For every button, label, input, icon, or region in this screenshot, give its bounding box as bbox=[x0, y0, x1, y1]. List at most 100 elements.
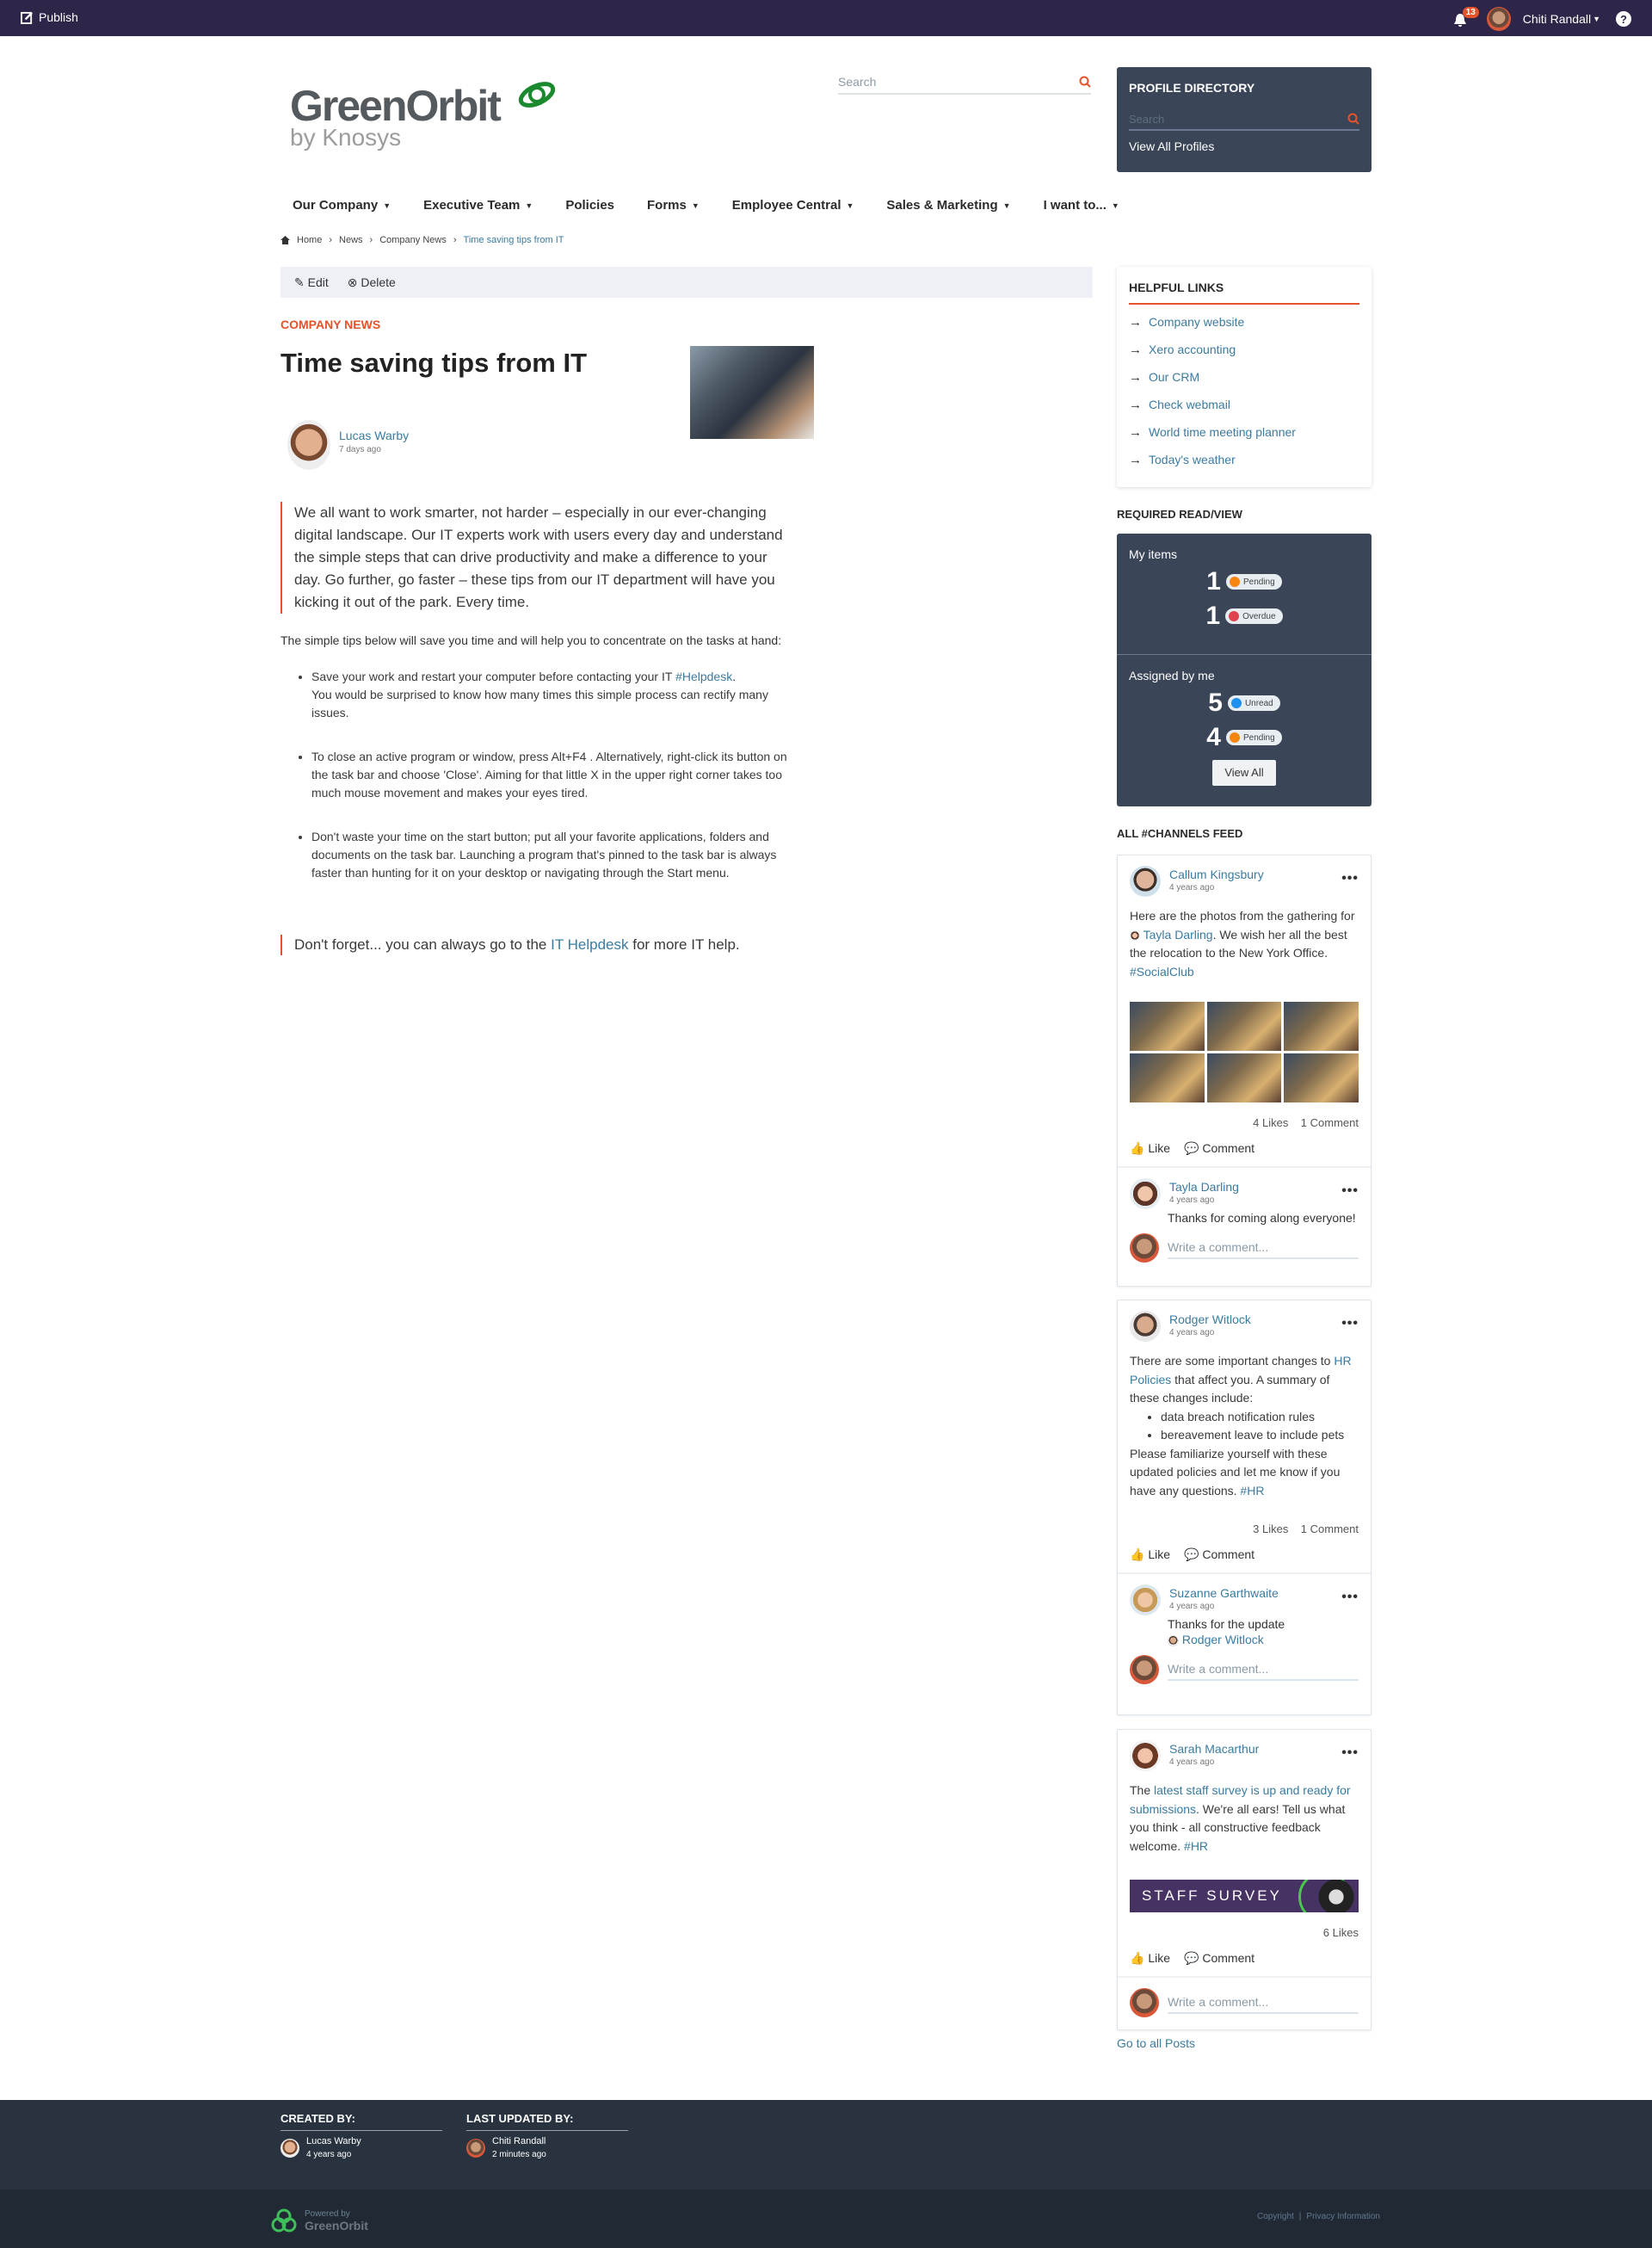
delete-button[interactable]: ⊗ Delete bbox=[348, 275, 396, 290]
logo[interactable]: GreenOrbit by Knosys bbox=[290, 82, 556, 150]
author-name[interactable]: Lucas Warby bbox=[339, 429, 409, 442]
avatar[interactable] bbox=[1130, 1584, 1161, 1615]
notifications-button[interactable]: 13 bbox=[1453, 7, 1479, 29]
write-comment-input[interactable] bbox=[1168, 1992, 1359, 2014]
staff-survey-banner[interactable]: STAFF SURVEY bbox=[1130, 1880, 1359, 1912]
avatar[interactable] bbox=[280, 2138, 299, 2158]
help-icon[interactable]: ? bbox=[1616, 11, 1631, 27]
banner-photo bbox=[1316, 1880, 1357, 1912]
home-icon[interactable] bbox=[280, 236, 290, 244]
helpful-link[interactable]: → Xero accounting bbox=[1129, 336, 1359, 363]
link-label[interactable]: Today's weather bbox=[1149, 453, 1236, 466]
nav-executive-team[interactable]: Executive Team ▼ bbox=[423, 198, 533, 213]
photo-thumbnail[interactable] bbox=[1284, 1002, 1359, 1051]
avatar[interactable] bbox=[1130, 1311, 1161, 1342]
nav-sales-marketing[interactable]: Sales & Marketing ▼ bbox=[886, 198, 1010, 213]
breadcrumb-home[interactable]: Home bbox=[297, 235, 322, 245]
go-to-all-posts-link[interactable]: Go to all Posts bbox=[1117, 2036, 1195, 2050]
more-options-icon[interactable]: ••• bbox=[1341, 871, 1359, 886]
nav-i-want-to[interactable]: I want to... ▼ bbox=[1044, 198, 1119, 213]
avatar[interactable] bbox=[466, 2138, 485, 2158]
publish-button[interactable]: Publish bbox=[21, 10, 78, 24]
comment-button[interactable]: 💬 Comment bbox=[1184, 1547, 1254, 1562]
status-badge: Unread bbox=[1227, 695, 1280, 711]
more-options-icon[interactable]: ••• bbox=[1341, 1183, 1359, 1199]
mention-link[interactable]: Tayla Darling bbox=[1143, 928, 1213, 942]
breadcrumb-news[interactable]: News bbox=[339, 235, 363, 245]
avatar[interactable] bbox=[1130, 1740, 1161, 1771]
nav-forms[interactable]: Forms ▼ bbox=[647, 198, 700, 213]
link-label[interactable]: World time meeting planner bbox=[1149, 425, 1296, 439]
photo-thumbnail[interactable] bbox=[1130, 1002, 1205, 1051]
author-avatar[interactable] bbox=[287, 420, 330, 470]
created-by-name[interactable]: Lucas Warby bbox=[306, 2136, 361, 2146]
link-label[interactable]: Check webmail bbox=[1149, 398, 1230, 411]
nav-policies[interactable]: Policies bbox=[565, 198, 614, 213]
link-label[interactable]: Our CRM bbox=[1149, 370, 1199, 384]
likes-count[interactable]: 4 Likes bbox=[1253, 1116, 1288, 1129]
avatar[interactable] bbox=[1130, 866, 1161, 897]
assigned-unread[interactable]: 5 Unread bbox=[1129, 689, 1359, 717]
copyright-link[interactable]: Copyright bbox=[1257, 2212, 1294, 2221]
it-helpdesk-link[interactable]: IT Helpdesk bbox=[551, 936, 628, 953]
site-search[interactable]: Search bbox=[838, 71, 1091, 95]
more-options-icon[interactable]: ••• bbox=[1341, 1590, 1359, 1605]
hashtag-link[interactable]: #HR bbox=[1184, 1839, 1208, 1853]
comment-author[interactable]: Suzanne Garthwaite bbox=[1169, 1586, 1279, 1600]
article-category[interactable]: COMPANY NEWS bbox=[280, 318, 380, 331]
hashtag-link[interactable]: #SocialClub bbox=[1130, 965, 1194, 979]
photo-thumbnail[interactable] bbox=[1130, 1053, 1205, 1102]
user-menu[interactable]: Chiti Randall ▼ bbox=[1486, 7, 1600, 31]
edit-button[interactable]: ✎ Edit bbox=[294, 275, 329, 290]
my-items-pending[interactable]: 1 Pending bbox=[1129, 568, 1359, 596]
nav-employee-central[interactable]: Employee Central ▼ bbox=[732, 198, 854, 213]
write-comment-input[interactable] bbox=[1168, 1237, 1359, 1259]
comments-count[interactable]: 1 Comment bbox=[1301, 1116, 1359, 1129]
helpful-links-panel: HELPFUL LINKS → Company website → Xero acc… bbox=[1117, 267, 1372, 487]
likes-count[interactable]: 3 Likes bbox=[1253, 1522, 1288, 1535]
more-options-icon[interactable]: ••• bbox=[1341, 1745, 1359, 1761]
helpful-link[interactable]: → World time meeting planner bbox=[1129, 418, 1359, 446]
link-label[interactable]: Xero accounting bbox=[1149, 343, 1236, 356]
mention-link[interactable]: Rodger Witlock bbox=[1182, 1633, 1264, 1646]
comment-button[interactable]: 💬 Comment bbox=[1184, 1141, 1254, 1156]
breadcrumb-company-news[interactable]: Company News bbox=[379, 235, 447, 245]
comments-count[interactable]: 1 Comment bbox=[1301, 1522, 1359, 1535]
helpful-link[interactable]: → Our CRM bbox=[1129, 363, 1359, 391]
photo-thumbnail[interactable] bbox=[1206, 1002, 1282, 1051]
view-all-profiles-link[interactable]: View All Profiles bbox=[1129, 139, 1359, 153]
helpful-link[interactable]: → Check webmail bbox=[1129, 391, 1359, 418]
my-items-overdue[interactable]: 1 Overdue bbox=[1129, 602, 1359, 630]
profile-search[interactable]: Search bbox=[1129, 108, 1359, 131]
post-author[interactable]: Rodger Witlock bbox=[1169, 1312, 1251, 1326]
helpful-link[interactable]: → Today's weather bbox=[1129, 446, 1359, 473]
view-all-button[interactable]: View All bbox=[1212, 760, 1276, 786]
likes-count[interactable]: 6 Likes bbox=[1323, 1926, 1359, 1939]
search-input[interactable]: Search bbox=[838, 75, 876, 89]
like-button[interactable]: 👍 Like bbox=[1130, 1951, 1170, 1966]
comment-author[interactable]: Tayla Darling bbox=[1169, 1180, 1239, 1194]
comment-button[interactable]: 💬 Comment bbox=[1184, 1951, 1254, 1966]
photo-thumbnail[interactable] bbox=[1206, 1053, 1282, 1102]
like-button[interactable]: 👍 Like bbox=[1130, 1141, 1170, 1156]
nav-our-company[interactable]: Our Company ▼ bbox=[293, 198, 391, 213]
profile-search-input[interactable]: Search bbox=[1129, 113, 1164, 126]
link-label[interactable]: Company website bbox=[1149, 315, 1244, 329]
search-icon[interactable] bbox=[1347, 113, 1359, 125]
post-author[interactable]: Callum Kingsbury bbox=[1169, 868, 1264, 881]
powered-by[interactable]: Powered by GreenOrbit bbox=[270, 2207, 368, 2234]
like-button[interactable]: 👍 Like bbox=[1130, 1547, 1170, 1562]
photo-thumbnail[interactable] bbox=[1284, 1053, 1359, 1102]
last-updated-name[interactable]: Chiti Randall bbox=[492, 2136, 546, 2146]
helpdesk-hashtag-link[interactable]: #Helpdesk bbox=[675, 670, 732, 683]
privacy-link[interactable]: Privacy Information bbox=[1306, 2212, 1380, 2221]
helpful-link[interactable]: → Company website bbox=[1129, 308, 1359, 336]
post-author[interactable]: Sarah Macarthur bbox=[1169, 1742, 1259, 1756]
more-options-icon[interactable]: ••• bbox=[1341, 1316, 1359, 1331]
hashtag-link[interactable]: #HR bbox=[1240, 1484, 1264, 1498]
write-comment-input[interactable] bbox=[1168, 1658, 1359, 1681]
search-icon[interactable] bbox=[1079, 76, 1091, 88]
avatar[interactable] bbox=[1130, 1178, 1161, 1209]
list-item: Don't waste your time on the start butto… bbox=[311, 828, 802, 882]
assigned-pending[interactable]: 4 Pending bbox=[1129, 724, 1359, 751]
